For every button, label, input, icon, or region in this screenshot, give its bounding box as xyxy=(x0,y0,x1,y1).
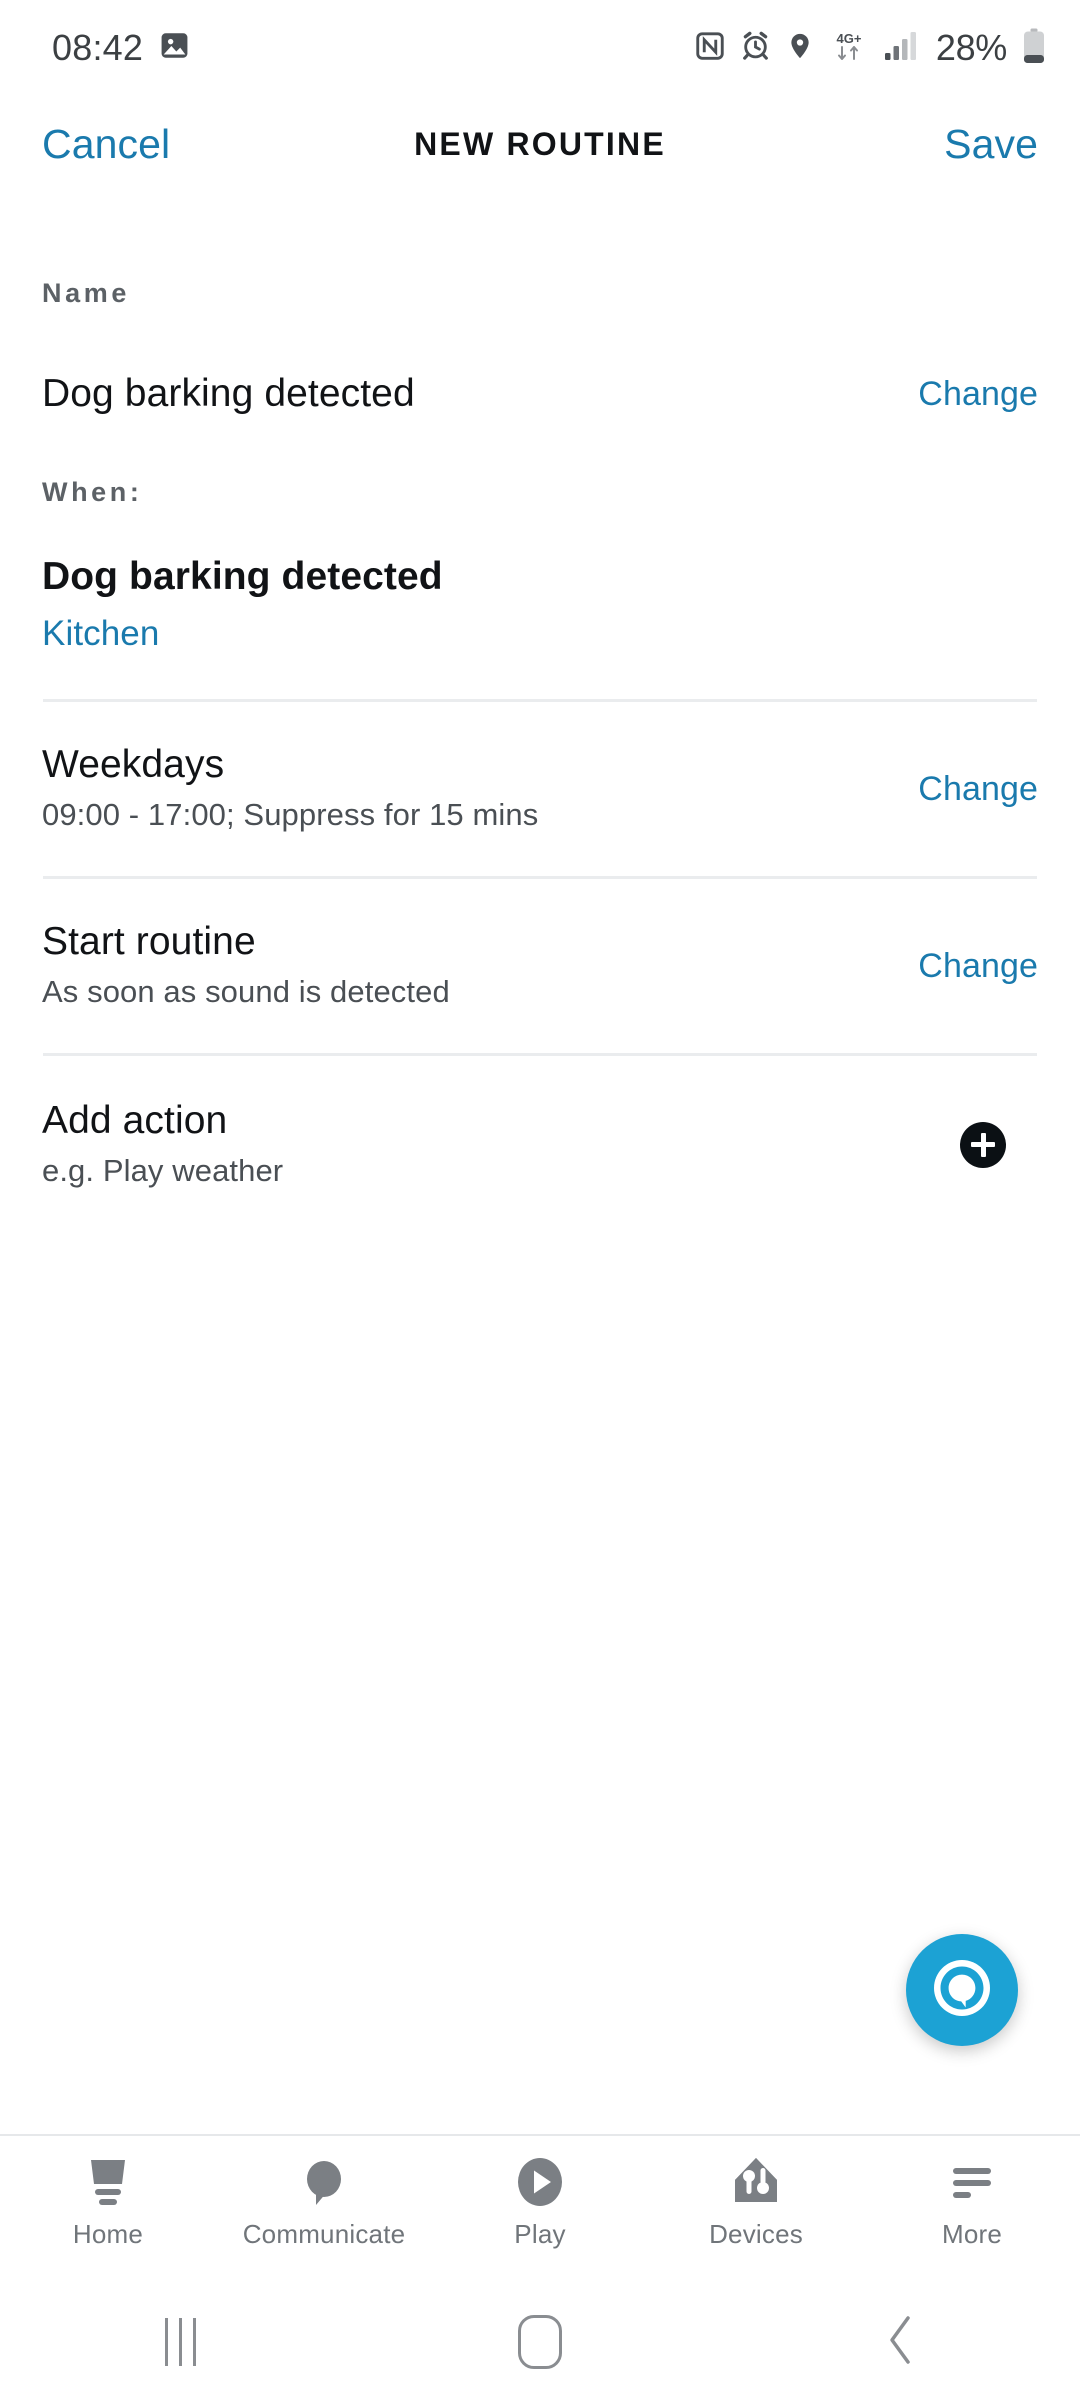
battery-percent: 28% xyxy=(935,27,1007,68)
schedule-text: Weekdays 09:00 - 17:00; Suppress for 15 … xyxy=(42,742,918,836)
nav-item-communicate[interactable]: Communicate xyxy=(216,2154,432,2250)
android-navigation-bar xyxy=(0,2284,1080,2400)
battery-icon xyxy=(1022,28,1046,69)
app-screen: 08:42 4G+ 28% Cancel NEW ROUTINE Save Na… xyxy=(0,0,1080,2400)
routine-name-text: Dog barking detected xyxy=(42,371,918,417)
change-start-routine-button[interactable]: Change xyxy=(918,947,1038,986)
hamburger-menu-icon xyxy=(947,2154,997,2210)
speech-bubble-icon xyxy=(299,2154,349,2210)
alexa-button[interactable] xyxy=(906,1934,1018,2046)
start-routine-title: Start routine xyxy=(42,920,256,964)
mobile-data-icon: 4G+ xyxy=(829,29,869,68)
home-button[interactable] xyxy=(360,2315,720,2369)
nav-item-devices[interactable]: Devices xyxy=(648,2154,864,2250)
add-action-subtitle: e.g. Play weather xyxy=(42,1153,284,1189)
recents-icon xyxy=(164,2318,196,2366)
schedule-row[interactable]: Weekdays 09:00 - 17:00; Suppress for 15 … xyxy=(0,742,1080,836)
app-header: Cancel NEW ROUTINE Save xyxy=(0,96,1080,192)
add-action-text: Add action e.g. Play weather xyxy=(42,1098,960,1192)
nfc-icon xyxy=(695,31,725,66)
nav-item-play[interactable]: Play xyxy=(432,2154,648,2250)
trigger-row[interactable]: Dog barking detected Kitchen xyxy=(0,554,1080,657)
nav-item-home[interactable]: Home xyxy=(0,2154,216,2250)
location-icon xyxy=(786,32,814,65)
signal-icon xyxy=(884,31,918,66)
status-bar-left: 08:42 xyxy=(52,27,190,69)
back-icon xyxy=(882,2312,918,2373)
change-name-button[interactable]: Change xyxy=(918,375,1038,414)
nav-label-devices: Devices xyxy=(709,2219,803,2249)
plus-icon[interactable] xyxy=(960,1121,1006,1168)
bottom-navigation-bar: Home Communicate Play Devices More xyxy=(0,2134,1080,2284)
change-schedule-button[interactable]: Change xyxy=(918,770,1038,809)
echo-device-icon xyxy=(81,2154,135,2210)
back-button[interactable] xyxy=(720,2312,1080,2373)
alexa-icon xyxy=(926,1952,998,2029)
name-section-label: Name xyxy=(42,278,130,308)
start-routine-subtitle: As soon as sound is detected xyxy=(42,974,450,1010)
recents-button[interactable] xyxy=(0,2318,360,2366)
nav-label-communicate: Communicate xyxy=(242,2219,406,2249)
svg-text:4G+: 4G+ xyxy=(836,31,861,46)
add-action-row[interactable]: Add action e.g. Play weather xyxy=(0,1098,1080,1192)
nav-label-play: Play xyxy=(514,2219,566,2249)
add-action-title: Add action xyxy=(42,1099,228,1142)
status-time: 08:42 xyxy=(52,27,144,68)
status-bar-right: 4G+ 28% xyxy=(695,27,1046,69)
photo-icon xyxy=(159,30,190,66)
routine-content: Name Dog barking detected Change When: D… xyxy=(0,192,1080,2134)
status-bar: 08:42 4G+ 28% xyxy=(0,0,1080,96)
trigger-title: Dog barking detected xyxy=(42,555,443,599)
nav-label-home: Home xyxy=(72,2219,144,2249)
smart-home-icon xyxy=(731,2154,781,2210)
start-routine-row[interactable]: Start routine As soon as sound is detect… xyxy=(0,919,1080,1013)
nav-label-more: More xyxy=(941,2219,1003,2249)
page-title: NEW ROUTINE xyxy=(414,125,666,162)
home-icon xyxy=(518,2315,562,2369)
trigger-location[interactable]: Kitchen xyxy=(42,610,1038,657)
alarm-icon xyxy=(740,30,771,66)
trigger-text: Dog barking detected Kitchen xyxy=(42,554,1038,657)
nav-item-more[interactable]: More xyxy=(864,2154,1080,2250)
start-routine-text: Start routine As soon as sound is detect… xyxy=(42,919,918,1013)
routine-name-value: Dog barking detected xyxy=(42,372,415,415)
when-section-label: When: xyxy=(42,477,143,508)
schedule-subtitle: 09:00 - 17:00; Suppress for 15 mins xyxy=(42,797,539,833)
play-circle-icon xyxy=(514,2154,566,2210)
routine-name-row[interactable]: Dog barking detected Change xyxy=(0,371,1080,417)
schedule-title: Weekdays xyxy=(42,743,225,787)
